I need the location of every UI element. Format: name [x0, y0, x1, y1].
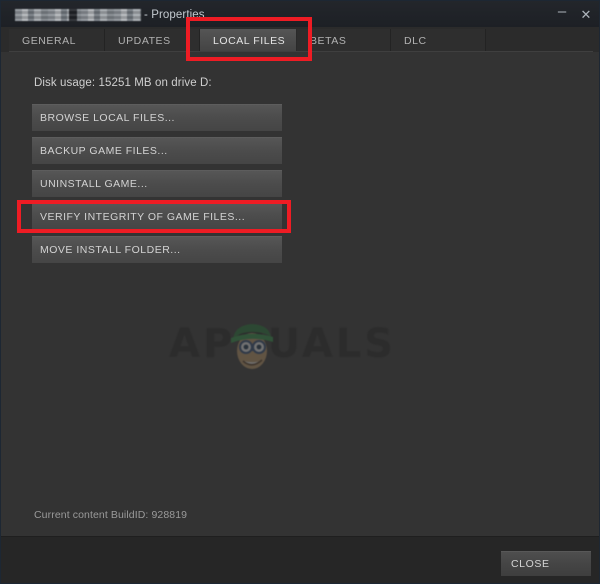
- steam-game-properties-window: - Properties – ✕ GENERAL UPDATES LOCAL F…: [0, 0, 600, 584]
- local-files-panel: Disk usage: 15251 MB on drive D: BROWSE …: [1, 52, 599, 536]
- title-bar: - Properties – ✕: [1, 1, 599, 27]
- backup-game-files-button[interactable]: BACKUP GAME FILES...: [32, 137, 282, 164]
- appuals-watermark: APPUALS: [169, 317, 409, 377]
- close-icon[interactable]: ✕: [579, 5, 593, 23]
- window-title: - Properties: [15, 7, 205, 22]
- appuals-logo-icon: [231, 324, 273, 369]
- tab-dlc[interactable]: DLC: [391, 29, 486, 52]
- watermark-text: APPUALS: [169, 321, 397, 367]
- move-install-folder-button[interactable]: MOVE INSTALL FOLDER...: [32, 236, 282, 263]
- tab-general[interactable]: GENERAL: [9, 29, 105, 52]
- tab-local-files[interactable]: LOCAL FILES: [200, 29, 297, 52]
- window-controls: – ✕: [555, 1, 593, 27]
- redacted-game-name: [15, 8, 141, 21]
- disk-usage-label: Disk usage: 15251 MB on drive D:: [34, 77, 212, 89]
- tab-bar: GENERAL UPDATES LOCAL FILES BETAS DLC: [1, 27, 599, 52]
- build-id-label: Current content BuildID: 928819: [34, 509, 188, 521]
- verify-integrity-button[interactable]: VERIFY INTEGRITY OF GAME FILES...: [32, 203, 282, 230]
- footer-bar: CLOSE: [1, 536, 599, 583]
- tab-betas[interactable]: BETAS: [297, 29, 391, 52]
- close-button[interactable]: CLOSE: [501, 551, 591, 576]
- window-title-suffix: - Properties: [144, 8, 205, 21]
- minimize-icon[interactable]: –: [555, 3, 569, 26]
- uninstall-game-button[interactable]: UNINSTALL GAME...: [32, 170, 282, 197]
- browse-local-files-button[interactable]: BROWSE LOCAL FILES...: [32, 104, 282, 131]
- tab-updates[interactable]: UPDATES: [105, 29, 200, 52]
